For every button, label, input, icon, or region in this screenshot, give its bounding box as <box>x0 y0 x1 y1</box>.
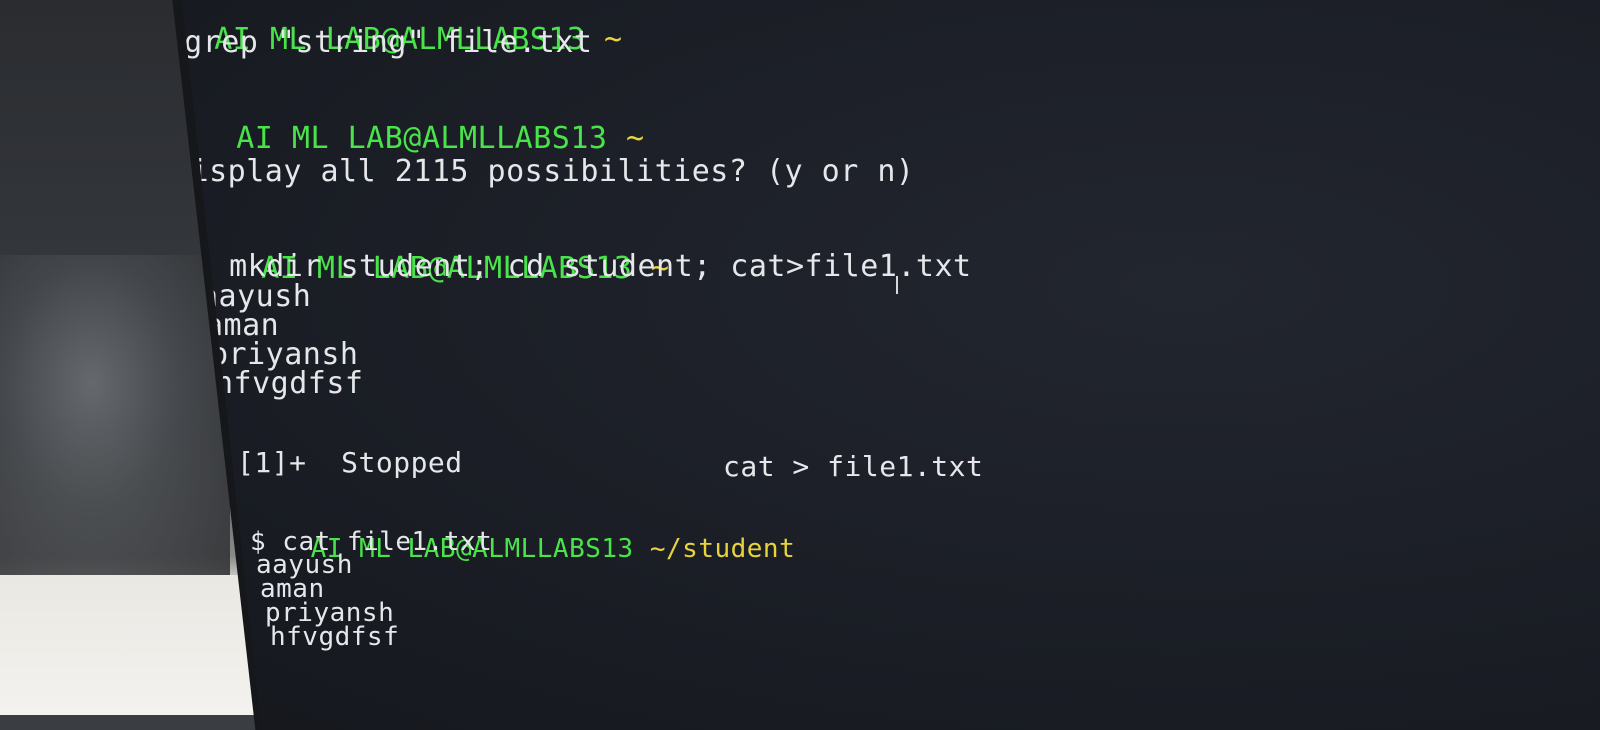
output-line: hfvgdfsf <box>270 622 400 652</box>
text-cursor-icon <box>896 276 898 294</box>
prompt-user: AI ML LAB@ALMLLABS13 <box>236 121 608 156</box>
prompt-path: ~ <box>604 22 623 57</box>
job-status: [1]+ Stopped <box>237 446 463 479</box>
input-line: hfvgdfsf <box>215 366 364 401</box>
desk-surface <box>0 575 280 715</box>
job-command: cat > file1.txt <box>723 450 984 483</box>
command-line: $ grep "string" file.txt <box>147 25 593 60</box>
command-line: $ mkdir student; cd student; cat>file1.t… <box>192 249 972 284</box>
background-object <box>0 255 230 575</box>
prompt-path: ~/student <box>649 534 796 564</box>
completion-prompt: Display all 2115 possibilities? (y or n) <box>172 154 915 189</box>
terminal-window[interactable]: AI ML LAB@ALMLLABS13 ~ $ grep "string" f… <box>147 0 1600 730</box>
prompt-path: ~ <box>626 121 645 156</box>
